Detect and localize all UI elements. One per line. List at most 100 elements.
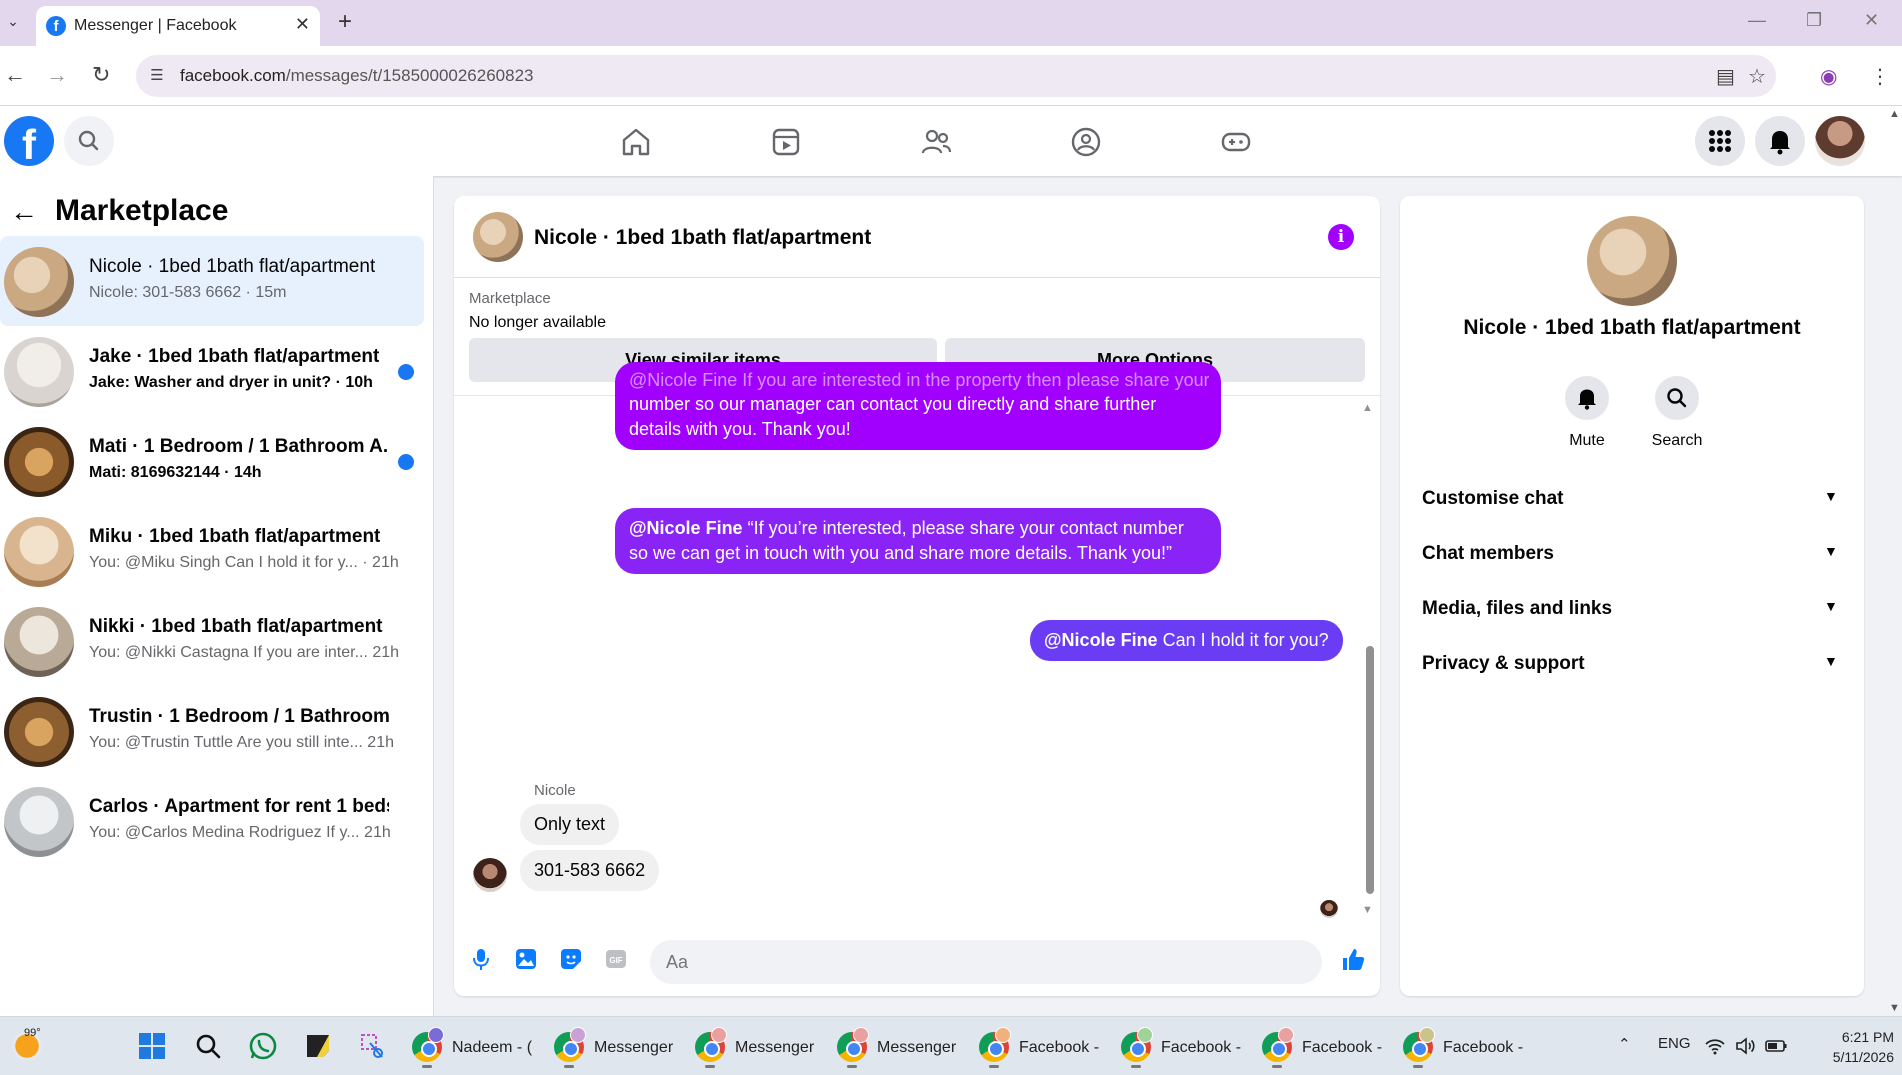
conversation-item-nikki[interactable]: Nikki · 1bed 1bath flat/apartment You: @…	[0, 596, 424, 686]
taskbar-app-facebook-1[interactable]: Facebook -	[979, 1027, 1099, 1068]
taskbar-app-messenger-1[interactable]: Messenger	[554, 1027, 674, 1068]
profile-badge-icon	[428, 1027, 444, 1043]
outgoing-message[interactable]: @Nicole Fine Can I hold it for you?	[1030, 620, 1343, 661]
tray-chevron-up-icon[interactable]: ⌃	[1618, 1035, 1631, 1053]
incoming-message[interactable]: 301-583 6662	[520, 850, 660, 891]
taskbar-app-label: Facebook -	[1161, 1039, 1242, 1056]
privacy-support-row[interactable]: Privacy & support ▼	[1400, 637, 1864, 692]
close-window-icon[interactable]: ✕	[1864, 10, 1879, 31]
battery-icon[interactable]	[1764, 1035, 1788, 1057]
install-app-icon[interactable]: ▤	[1716, 64, 1735, 89]
forward-arrow-icon[interactable]: →	[46, 62, 68, 88]
customise-chat-row[interactable]: Customise chat ▼	[1400, 472, 1864, 527]
conversation-item-nicole[interactable]: Nicole · 1bed 1bath flat/apartment Nicol…	[0, 236, 424, 326]
reels-icon[interactable]	[766, 122, 806, 162]
browser-menu-icon[interactable]: ⋮	[1870, 64, 1890, 89]
site-info-icon[interactable]: ☰	[146, 65, 168, 87]
wifi-icon[interactable]	[1704, 1035, 1726, 1057]
taskbar-app-messenger-2[interactable]: Messenger	[695, 1027, 815, 1068]
conversation-item-mati[interactable]: Mati · 1 Bedroom / 1 Bathroom A... Mati:…	[0, 416, 424, 506]
message-scrollbar-thumb[interactable]	[1366, 646, 1374, 894]
omnibox[interactable]: ☰ facebook.com/messages/t/15850000262608…	[136, 55, 1776, 97]
scroll-up-arrow-icon[interactable]: ▲	[1362, 402, 1373, 414]
search-circle[interactable]	[1655, 376, 1699, 420]
page-scroll-up-icon[interactable]: ▲	[1889, 108, 1900, 120]
system-clock[interactable]: 6:21 PM 5/11/2026	[1810, 1027, 1894, 1067]
taskbar-app-facebook-4[interactable]: Facebook -	[1403, 1027, 1523, 1068]
search-icon[interactable]	[193, 1031, 223, 1061]
volume-icon[interactable]	[1734, 1035, 1756, 1057]
reload-icon[interactable]: ↻	[92, 62, 110, 88]
page-scrollbar[interactable]: ▲ ▼	[1886, 106, 1902, 1016]
conversation-preview: Jake: Washer and dryer in unit? · 10h	[89, 374, 373, 391]
new-tab-icon[interactable]: +	[338, 8, 352, 36]
chat-members-row[interactable]: Chat members ▼	[1400, 527, 1864, 582]
taskbar-app-messenger-3[interactable]: Messenger	[837, 1027, 957, 1068]
snipping-tool-icon[interactable]	[358, 1031, 388, 1061]
notifications-button[interactable]	[1755, 116, 1805, 166]
minimize-icon[interactable]: —	[1748, 10, 1766, 31]
facebook-logo-icon[interactable]: f	[4, 116, 54, 166]
account-avatar[interactable]	[1815, 116, 1865, 166]
taskbar-app-chrome-nadeem[interactable]: Nadeem - (	[412, 1027, 532, 1068]
sticky-notes-icon[interactable]	[303, 1031, 333, 1061]
running-indicator	[1413, 1065, 1423, 1068]
outgoing-message[interactable]: @Nicole Fine “If you’re interested, plea…	[615, 508, 1221, 574]
back-arrow-icon[interactable]: ←	[4, 62, 26, 88]
info-icon[interactable]: i	[1328, 224, 1354, 250]
chat-header: Nicole · 1bed 1bath flat/apartment i	[454, 196, 1380, 278]
conversation-item-jake[interactable]: Jake · 1bed 1bath flat/apartment Jake: W…	[0, 326, 424, 416]
sender-avatar[interactable]	[473, 858, 507, 892]
microphone-icon[interactable]	[468, 946, 494, 972]
tab-close-icon[interactable]: ✕	[295, 14, 310, 35]
chat-title[interactable]: Nicole · 1bed 1bath flat/apartment	[534, 226, 871, 250]
sticker-icon[interactable]	[558, 946, 584, 972]
listing-status: No longer available	[469, 314, 606, 331]
row-label: Customise chat	[1422, 488, 1564, 509]
groups-icon[interactable]	[1066, 122, 1106, 162]
back-arrow-icon[interactable]: ←	[10, 196, 38, 228]
bookmark-star-icon[interactable]: ☆	[1748, 64, 1766, 89]
start-windows-icon[interactable]	[137, 1031, 167, 1061]
windows-taskbar: 99° Nadeem - ( Messenger Messenger Messe…	[0, 1016, 1902, 1075]
mention[interactable]: @Nicole Fine	[1044, 630, 1158, 650]
page-scroll-down-icon[interactable]: ▼	[1889, 1002, 1900, 1014]
conversation-item-carlos[interactable]: Carlos · Apartment for rent 1 beds ... Y…	[0, 776, 424, 866]
friends-icon[interactable]	[916, 122, 956, 162]
thumbs-up-icon[interactable]	[1340, 946, 1366, 972]
browser-tab[interactable]: f Messenger | Facebook ✕	[36, 6, 320, 46]
conversation-item-trustin[interactable]: Trustin · 1 Bedroom / 1 Bathroom ... You…	[0, 686, 424, 776]
menu-grid-button[interactable]	[1695, 116, 1745, 166]
taskbar-app-facebook-3[interactable]: Facebook -	[1262, 1027, 1382, 1068]
weather-temperature: 99°	[24, 1027, 41, 1039]
conversation-sidebar: ← Marketplace Nicole · 1bed 1bath flat/a…	[0, 176, 434, 1016]
conversation-name: Mati · 1 Bedroom / 1 Bathroom A...	[89, 436, 389, 457]
tab-search-chevron-icon[interactable]: ⌄	[2, 10, 24, 32]
profile-icon[interactable]: ◉	[1820, 64, 1837, 89]
scroll-down-arrow-icon[interactable]: ▼	[1362, 904, 1373, 916]
home-icon[interactable]	[616, 122, 656, 162]
search-in-chat-button[interactable]: Search	[1637, 376, 1717, 450]
mute-circle[interactable]	[1565, 376, 1609, 420]
photo-icon[interactable]	[513, 946, 539, 972]
gaming-icon[interactable]	[1216, 122, 1256, 162]
message-input[interactable]	[666, 950, 1266, 974]
mute-button[interactable]: Mute	[1547, 376, 1627, 450]
url-text[interactable]: facebook.com/messages/t/1585000026260823	[180, 66, 534, 86]
gif-icon[interactable]: GIF	[603, 946, 629, 972]
restore-icon[interactable]: ❐	[1806, 10, 1822, 31]
chat-avatar[interactable]	[473, 212, 523, 262]
message-input-wrap[interactable]	[650, 940, 1322, 984]
chat-info-avatar[interactable]	[1587, 216, 1677, 306]
mention[interactable]: @Nicole Fine	[629, 518, 743, 538]
profile-badge-icon	[853, 1027, 869, 1043]
media-files-links-row[interactable]: Media, files and links ▼	[1400, 582, 1864, 637]
whatsapp-icon[interactable]	[248, 1031, 278, 1061]
input-language[interactable]: ENG	[1658, 1035, 1691, 1052]
incoming-message[interactable]: Only text	[520, 804, 620, 845]
conversation-item-miku[interactable]: Miku · 1bed 1bath flat/apartment You: @M…	[0, 506, 424, 596]
outgoing-message[interactable]: @Nicole Fine If you are interested in th…	[615, 362, 1221, 450]
bell-icon	[1578, 389, 1596, 410]
taskbar-app-facebook-2[interactable]: Facebook -	[1121, 1027, 1242, 1068]
facebook-search-button[interactable]	[64, 116, 114, 166]
